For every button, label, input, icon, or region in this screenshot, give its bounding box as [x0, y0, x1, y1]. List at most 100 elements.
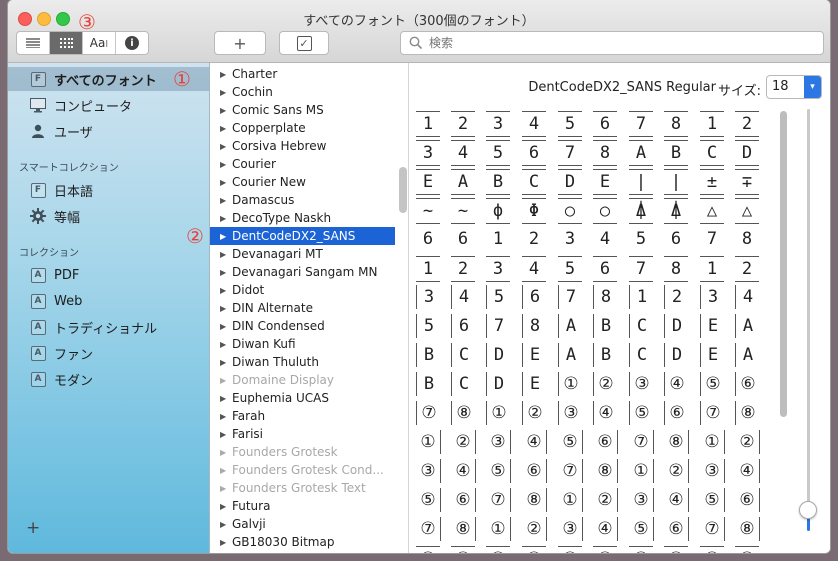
disclosure-triangle-icon[interactable]: ▶: [220, 520, 228, 529]
glyph-cell[interactable]: ⑤: [558, 546, 582, 553]
glyph-cell[interactable]: 2: [664, 285, 689, 309]
disclosure-triangle-icon[interactable]: ▶: [220, 358, 228, 367]
glyph-cell[interactable]: ⑧: [522, 488, 547, 512]
font-list-item[interactable]: ▶ Didot: [210, 281, 395, 299]
disclosure-triangle-icon[interactable]: ▶: [220, 502, 228, 511]
size-slider-knob[interactable]: [799, 501, 817, 519]
add-collection-button[interactable]: +: [26, 518, 40, 538]
glyph-cell[interactable]: ⑥: [451, 488, 476, 512]
glyph-cell[interactable]: ②: [593, 488, 618, 512]
disclosure-triangle-icon[interactable]: ▶: [220, 88, 228, 97]
size-combobox[interactable]: 18 ▾: [766, 75, 822, 99]
glyph-cell[interactable]: ⑧: [451, 517, 476, 541]
glyph-cell[interactable]: ④: [522, 546, 546, 553]
glyph-cell[interactable]: ③: [629, 372, 654, 396]
disclosure-triangle-icon[interactable]: ▶: [220, 286, 228, 295]
glyph-cell[interactable]: 3: [486, 256, 510, 282]
glyph-cell[interactable]: ⑥: [664, 517, 689, 541]
glyph-cell[interactable]: 1: [416, 111, 440, 137]
font-list-item[interactable]: ▶ Cochin: [210, 83, 395, 101]
disclosure-triangle-icon[interactable]: ▶: [220, 394, 228, 403]
glyph-cell[interactable]: ⑧: [735, 517, 760, 541]
disclosure-triangle-icon[interactable]: ▶: [220, 484, 228, 493]
font-list-item[interactable]: ▶ Courier: [210, 155, 395, 173]
glyph-cell[interactable]: |: [664, 169, 688, 195]
glyph-cell[interactable]: A: [558, 343, 583, 367]
glyph-cell[interactable]: ⑤: [629, 401, 654, 425]
glyph-cell[interactable]: ⑤: [700, 488, 725, 512]
glyph-cell[interactable]: B: [664, 140, 688, 166]
glyph-cell[interactable]: 2: [451, 256, 475, 282]
glyph-cell[interactable]: ④: [735, 459, 760, 483]
glyph-cell[interactable]: 6: [416, 227, 440, 251]
glyph-cell[interactable]: 6: [451, 227, 475, 251]
glyph-cell[interactable]: C: [629, 343, 654, 367]
glyph-cell[interactable]: 5: [629, 227, 653, 251]
glyph-cell[interactable]: ②: [522, 401, 547, 425]
glyph-cell[interactable]: A: [735, 343, 760, 367]
glyph-cell[interactable]: ①: [558, 488, 583, 512]
glyph-cell[interactable]: 6: [522, 140, 546, 166]
glyph-cell[interactable]: ±: [700, 169, 724, 195]
sample-text-view-button[interactable]: AaI: [83, 32, 116, 54]
disclosure-triangle-icon[interactable]: ▶: [220, 340, 228, 349]
glyph-cell[interactable]: ⑦: [486, 488, 511, 512]
disclosure-triangle-icon[interactable]: ▶: [220, 70, 228, 79]
glyph-cell[interactable]: ⑦: [416, 517, 441, 541]
glyph-cell[interactable]: ②: [735, 546, 759, 553]
glyph-cell[interactable]: ⑤: [700, 372, 725, 396]
glyph-cell[interactable]: ○: [593, 198, 617, 224]
glyph-cell[interactable]: B: [416, 372, 441, 396]
glyph-cell[interactable]: ①: [629, 459, 654, 483]
add-font-button[interactable]: +: [214, 31, 266, 55]
glyph-cell[interactable]: ~: [451, 198, 475, 224]
glyph-cell[interactable]: 7: [486, 314, 511, 338]
glyph-cell[interactable]: B: [416, 343, 441, 367]
glyph-cell[interactable]: ⍋: [664, 198, 688, 224]
glyph-cell[interactable]: ⑤: [416, 488, 441, 512]
glyph-cell[interactable]: ④: [451, 459, 476, 483]
glyph-cell[interactable]: ⑥: [735, 488, 760, 512]
disclosure-triangle-icon[interactable]: ▶: [220, 196, 228, 205]
disclosure-triangle-icon[interactable]: ▶: [220, 466, 228, 475]
glyph-cell[interactable]: D: [664, 343, 689, 367]
glyph-cell[interactable]: ①: [558, 372, 583, 396]
glyph-cell[interactable]: ⑤: [629, 517, 654, 541]
glyph-cell[interactable]: ①: [700, 430, 725, 454]
font-list-item[interactable]: ▶ Charter: [210, 65, 395, 83]
glyph-cell[interactable]: ③: [558, 517, 583, 541]
glyph-cell[interactable]: ③: [416, 459, 441, 483]
glyph-cell[interactable]: 7: [629, 111, 653, 137]
disclosure-triangle-icon[interactable]: ▶: [220, 448, 228, 457]
size-slider-track[interactable]: [807, 109, 810, 529]
glyph-cell[interactable]: A: [558, 314, 583, 338]
disclosure-triangle-icon[interactable]: ▶: [220, 124, 228, 133]
glyph-cell[interactable]: ∓: [735, 169, 759, 195]
disclosure-triangle-icon[interactable]: ▶: [220, 250, 228, 259]
glyph-cell[interactable]: A: [735, 314, 760, 338]
preview-scrollbar[interactable]: [780, 111, 787, 417]
glyph-cell[interactable]: ~: [416, 198, 440, 224]
glyph-cell[interactable]: ⑦: [629, 430, 654, 454]
font-list-scrollbar[interactable]: [399, 167, 407, 213]
glyph-cell[interactable]: E: [700, 343, 725, 367]
font-list-item[interactable]: ▶ Galvji: [210, 515, 395, 533]
glyph-cell[interactable]: B: [593, 343, 618, 367]
glyph-cell[interactable]: 2: [735, 256, 759, 282]
sidebar-item-modern[interactable]: A モダン: [8, 367, 209, 391]
glyph-cell[interactable]: 6: [451, 314, 476, 338]
glyph-cell[interactable]: D: [486, 343, 511, 367]
disclosure-triangle-icon[interactable]: ▶: [220, 160, 228, 169]
glyph-cell[interactable]: 1: [416, 256, 440, 282]
font-list-item[interactable]: ▶ Farisi: [210, 425, 395, 443]
sidebar-item-japanese[interactable]: F 日本語: [8, 178, 209, 202]
glyph-cell[interactable]: ①: [700, 546, 724, 553]
font-list-item[interactable]: ▶ Farah: [210, 407, 395, 425]
glyph-cell[interactable]: ②: [451, 430, 476, 454]
glyph-cell[interactable]: 4: [522, 256, 546, 282]
font-list-item[interactable]: ▶ Euphemia UCAS: [210, 389, 395, 407]
glyph-cell[interactable]: ②: [664, 459, 689, 483]
glyph-cell[interactable]: ⑥: [735, 372, 760, 396]
validate-font-button[interactable]: ✓: [279, 31, 329, 55]
glyph-cell[interactable]: 4: [522, 111, 546, 137]
